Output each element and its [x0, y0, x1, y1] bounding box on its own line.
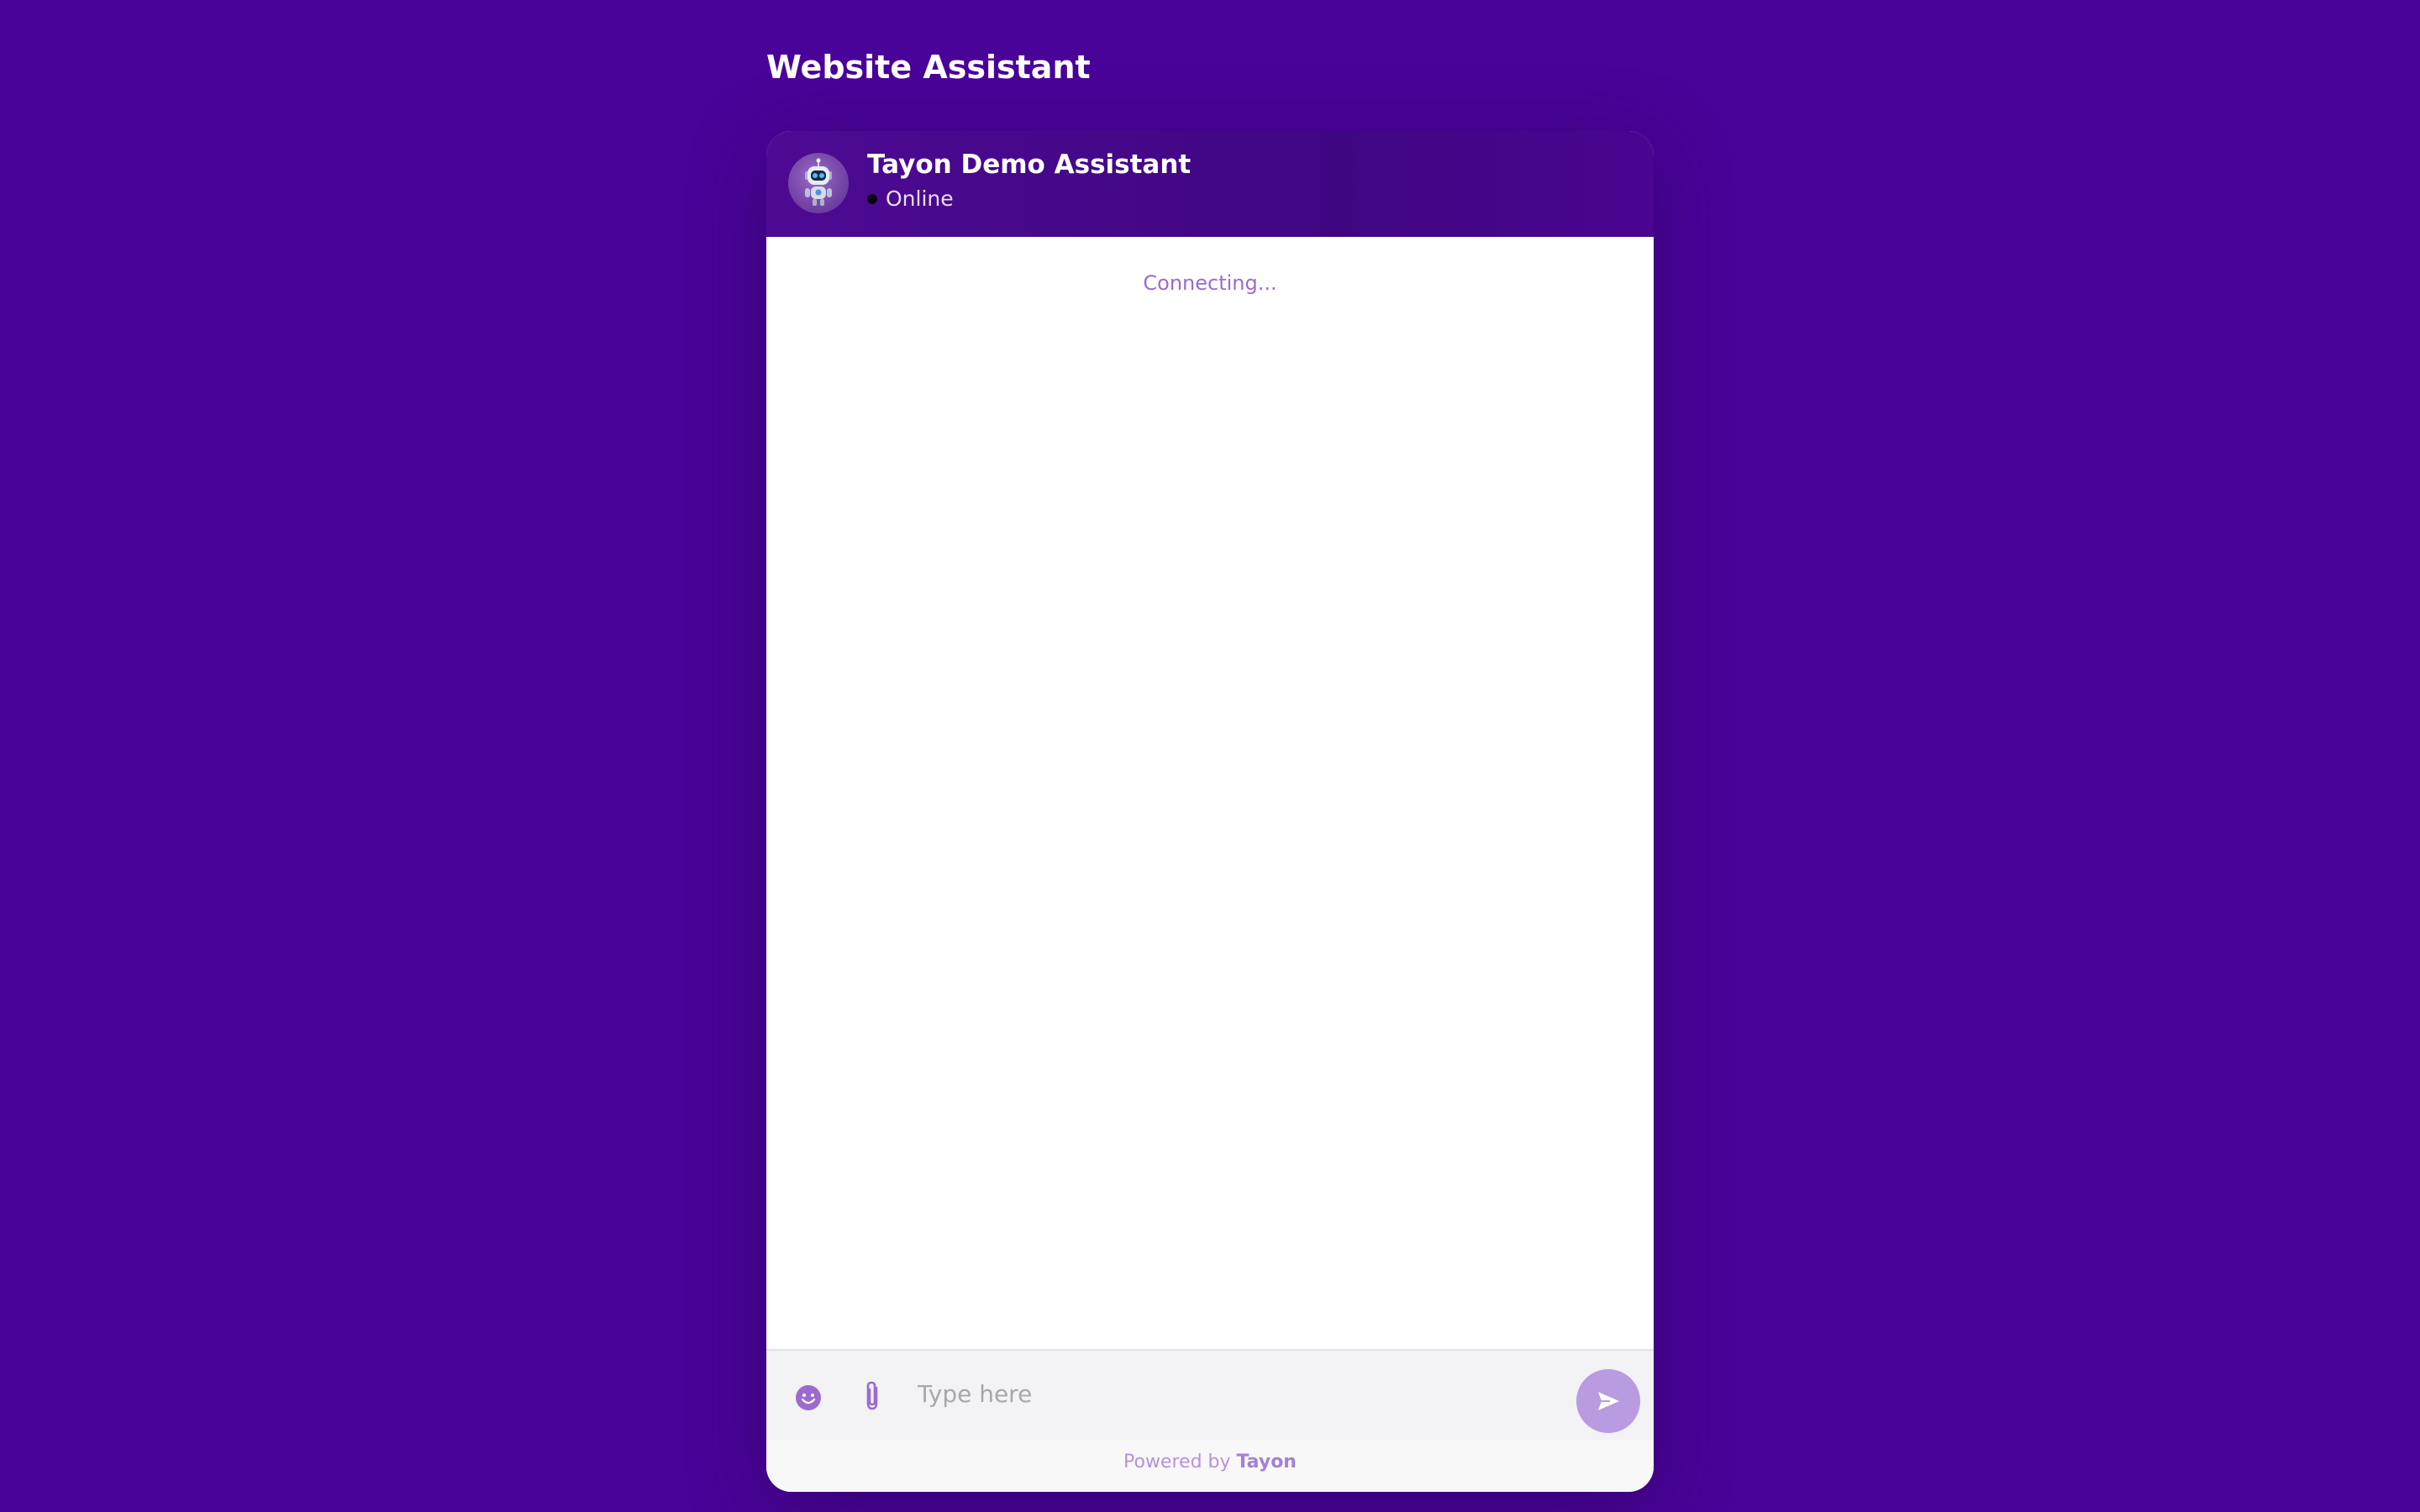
robot-avatar-icon — [788, 153, 849, 213]
status-dot-icon — [867, 194, 877, 204]
page-title: Website Assistant — [766, 49, 1091, 86]
status-text: Online — [886, 186, 954, 211]
emoji-icon — [796, 1385, 821, 1410]
send-icon — [1598, 1392, 1619, 1410]
paperclip-icon — [866, 1381, 878, 1410]
brand-link[interactable]: Tayon — [1237, 1452, 1297, 1473]
message-composer — [766, 1349, 1654, 1440]
powered-by-footer: Powered by Tayon — [766, 1440, 1654, 1492]
status-indicator: Online — [867, 186, 954, 212]
message-input[interactable] — [918, 1373, 1472, 1415]
page: Website Assistant Tayon Demo Assistant O… — [0, 0, 2420, 1512]
chat-header: Tayon Demo Assistant Online — [766, 131, 1654, 239]
attach-button[interactable] — [857, 1379, 887, 1413]
emoji-button[interactable] — [793, 1383, 823, 1413]
assistant-name: Tayon Demo Assistant — [867, 150, 1192, 180]
message-area[interactable]: Connecting... — [766, 237, 1654, 1480]
powered-by-text: Powered by — [1123, 1452, 1231, 1473]
send-button[interactable] — [1576, 1369, 1640, 1433]
connection-status: Connecting... — [1143, 271, 1277, 295]
chat-widget: Tayon Demo Assistant Online Connecting..… — [766, 131, 1654, 1492]
